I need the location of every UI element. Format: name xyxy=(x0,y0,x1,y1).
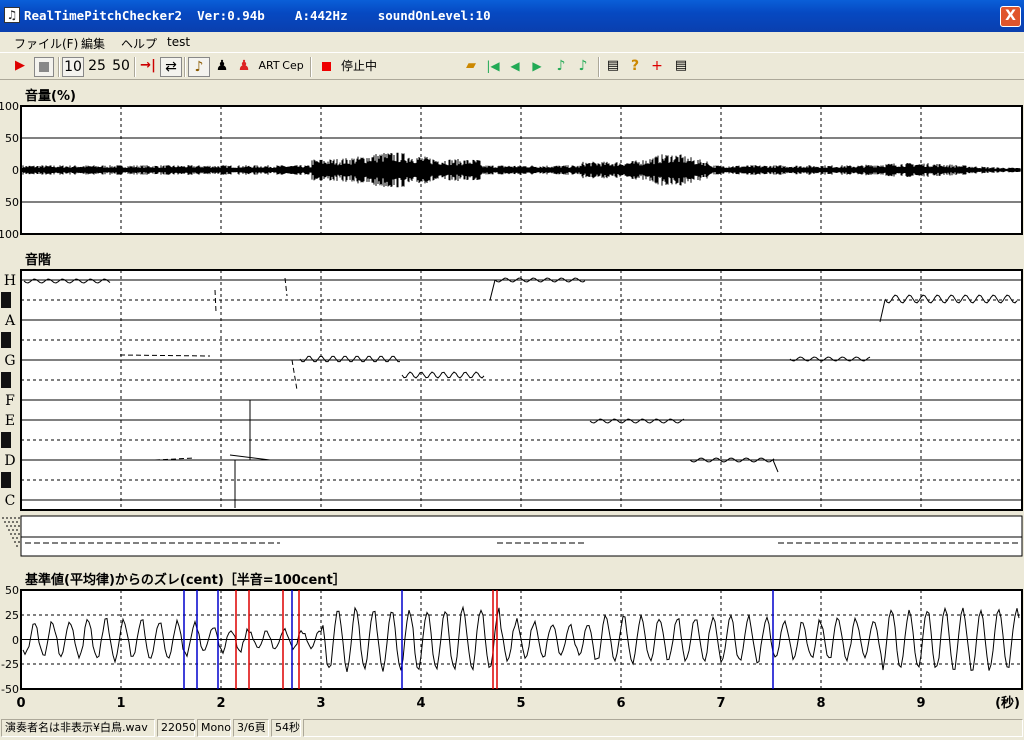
volume-y-tick: 50 xyxy=(5,196,19,209)
note-label: A xyxy=(4,313,16,329)
time-tick: 7 xyxy=(716,696,725,711)
time-tick: 5 xyxy=(516,696,525,711)
menu-file[interactable]: ファイル(F) xyxy=(14,35,78,52)
note-label: E xyxy=(5,413,15,429)
scale-panel: H A G FE D C xyxy=(1,269,1023,557)
time-axis: 0 1 2 3 4 5 6 7 8 9 (秒) xyxy=(16,695,1020,711)
deviation-y-tick: -25 xyxy=(1,658,19,671)
title-bar: ♫ RealTimePitchChecker2 Ver:0.94b A:442H… xyxy=(0,0,1024,32)
violin-icon[interactable]: ♪ xyxy=(188,57,210,77)
time-tick: 8 xyxy=(816,696,825,711)
toolbar: ▶ 10 25 50 →| ⇄ ♪ ♟ ♟ ART Cep 停止中 ＊＊＊ ▰ … xyxy=(0,52,1024,129)
mini-panel xyxy=(20,515,1023,557)
stop-icon xyxy=(39,62,49,72)
note-label: H xyxy=(4,273,16,289)
deviation-y-tick: 0 xyxy=(12,634,19,647)
status-empty xyxy=(303,719,1023,737)
speed-25-button[interactable]: 25 xyxy=(86,57,108,77)
volume-y-tick: 100 xyxy=(0,228,19,241)
play-icon[interactable]: ▶ xyxy=(10,57,30,77)
note-label: G xyxy=(4,353,15,369)
first-page-icon[interactable]: |◀ xyxy=(484,57,502,77)
speed-10-button[interactable]: 10 xyxy=(62,57,84,77)
deviation-y-tick: -50 xyxy=(1,683,19,696)
deviation-y-tick: 50 xyxy=(5,584,19,597)
print-alt-icon[interactable]: ▤ xyxy=(672,57,690,77)
skip-end-icon[interactable]: →| xyxy=(138,57,158,77)
note-label: C xyxy=(5,493,16,509)
time-unit: (秒) xyxy=(995,695,1020,711)
player-black-icon[interactable]: ♟ xyxy=(212,57,232,77)
cep-button[interactable]: Cep xyxy=(282,57,304,77)
menu-test[interactable]: test xyxy=(167,35,190,49)
note-label: D xyxy=(4,453,15,469)
volume-y-tick: 100 xyxy=(0,100,19,113)
time-tick: 3 xyxy=(316,696,325,711)
repeat-icon[interactable]: ⇄ xyxy=(160,57,182,77)
plot-canvas: 100 50 0 50 100 H A G FE D C 50 25 0 -25 -50 0 1 2 3 4 5 6 7… xyxy=(0,100,1023,711)
menu-bar: ファイル(F) 編集 ヘルプ test xyxy=(0,32,1024,52)
time-tick: 6 xyxy=(616,696,625,711)
black-key xyxy=(1,432,11,448)
art-button[interactable]: ART xyxy=(258,57,280,77)
record-stop-icon[interactable] xyxy=(318,57,334,77)
stop-button[interactable] xyxy=(34,57,54,77)
app-icon: ♫ xyxy=(4,7,20,23)
note-label: F xyxy=(5,393,15,409)
print-icon[interactable]: ▤ xyxy=(604,57,622,77)
volume-panel: 100 50 0 50 100 xyxy=(0,100,1023,241)
note-icon[interactable]: ♪ xyxy=(552,57,570,77)
status-bar: 演奏者名は非表示¥白鳥.wav 22050 Mono 3/6頁 54秒 xyxy=(0,716,1024,740)
time-tick: 1 xyxy=(116,696,125,711)
marker-icon[interactable]: + xyxy=(648,57,666,77)
window-title: RealTimePitchChecker2 Ver:0.94b A:442Hz … xyxy=(24,8,491,23)
time-tick: 2 xyxy=(216,696,225,711)
app-window: ♫ RealTimePitchChecker2 Ver:0.94b A:442H… xyxy=(0,0,1024,740)
deviation-y-tick: 25 xyxy=(5,609,19,622)
status-channels: Mono xyxy=(197,719,231,737)
next-page-icon[interactable]: ▶ xyxy=(528,57,546,77)
menu-edit[interactable]: 編集 xyxy=(81,35,105,52)
volume-y-tick: 0 xyxy=(12,164,19,177)
mini-marker xyxy=(2,517,20,547)
prev-page-icon[interactable]: ◀ xyxy=(506,57,524,77)
deviation-panel: 50 25 0 -25 -50 xyxy=(1,584,1023,696)
status-rate: 22050 xyxy=(157,719,196,737)
time-tick: 9 xyxy=(916,696,925,711)
speed-50-button[interactable]: 50 xyxy=(110,57,132,77)
status-duration: 54秒 xyxy=(271,719,301,737)
state-label: 停止中 xyxy=(340,59,377,73)
note-alt-icon[interactable]: ♪ xyxy=(574,57,592,77)
menu-help[interactable]: ヘルプ xyxy=(121,35,157,52)
close-button[interactable]: X xyxy=(1000,6,1021,27)
black-key xyxy=(1,292,11,308)
black-key xyxy=(1,472,11,488)
open-folder-icon[interactable]: ▰ xyxy=(462,57,480,77)
volume-y-tick: 50 xyxy=(5,132,19,145)
black-key xyxy=(1,372,11,388)
help-icon[interactable]: ? xyxy=(626,57,644,77)
time-tick: 4 xyxy=(416,696,425,711)
time-tick: 0 xyxy=(16,696,25,711)
status-page: 3/6頁 xyxy=(233,719,269,737)
player-red-icon[interactable]: ♟ xyxy=(234,57,254,77)
status-file: 演奏者名は非表示¥白鳥.wav xyxy=(1,719,155,737)
black-key xyxy=(1,332,11,348)
